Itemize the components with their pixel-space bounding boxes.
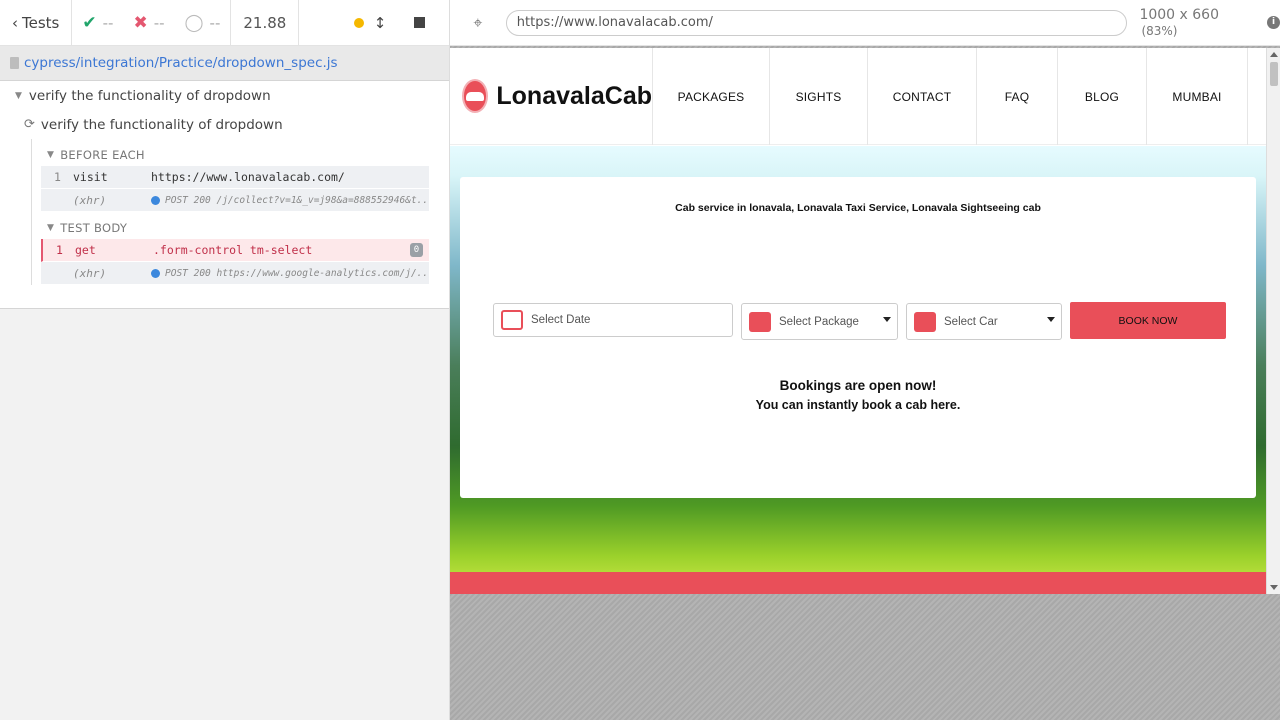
info-icon[interactable]: i <box>1267 16 1280 29</box>
passed-count: ✔ -- <box>82 12 114 33</box>
caret-down-icon: ▼ <box>47 222 55 233</box>
circle-notch-icon: ◯ <box>184 12 204 33</box>
xhr-status-icon <box>151 195 160 205</box>
test-row[interactable]: ⟳ verify the functionality of dropdown <box>0 110 449 139</box>
calendar-icon <box>501 310 523 330</box>
command-row[interactable]: 1 visit https://www.lonavalacab.com/ <box>41 166 429 189</box>
run-controls: ↕ <box>299 0 449 46</box>
hooks-container: ▼ BEFORE EACH 1 visit https://www.lonava… <box>31 139 429 285</box>
car-logo-icon <box>462 79 489 113</box>
package-select[interactable]: Select Package <box>741 303 898 340</box>
runnables-list: ▼ verify the functionality of dropdown ⟳… <box>0 81 449 309</box>
nav-item-contact[interactable]: CONTACT <box>867 48 976 145</box>
iframe-scrollbar[interactable] <box>1266 48 1280 594</box>
app-under-test-panel: ⌖ https://www.lonavalacab.com/ 1000 x 66… <box>450 0 1280 720</box>
check-icon: ✔ <box>82 12 97 33</box>
suitcase-icon <box>749 311 771 332</box>
nav-item-blog[interactable]: BLOG <box>1057 48 1146 145</box>
bookings-open-sub: You can instantly book a cab here. <box>755 398 961 412</box>
hook-title-test-body[interactable]: ▼ TEST BODY <box>41 216 429 239</box>
failed-count: ✖ -- <box>133 12 165 33</box>
nav-item-faq[interactable]: FAQ <box>976 48 1057 145</box>
suite-title: verify the functionality of dropdown <box>28 87 271 104</box>
stop-icon[interactable] <box>414 17 425 28</box>
command-row-xhr[interactable]: (xhr) POST 200 https://www.google-analyt… <box>41 262 429 285</box>
cypress-reporter: ‹ Tests ✔ -- ✖ -- ◯ -- 21.88 ↕ cypress/i… <box>0 0 450 720</box>
caret-down-icon: ▼ <box>47 149 55 160</box>
aut-iframe: LonavalaCab PACKAGES SIGHTS CONTACT FAQ … <box>450 48 1280 594</box>
nav-item-sights[interactable]: SIGHTS <box>769 48 867 145</box>
xhr-status-icon <box>151 268 160 278</box>
site-header: LonavalaCab PACKAGES SIGHTS CONTACT FAQ … <box>450 48 1280 145</box>
spec-path-link[interactable]: cypress/integration/Practice/dropdown_sp… <box>24 55 338 71</box>
hook-title-before-each[interactable]: ▼ BEFORE EACH <box>41 143 429 166</box>
taxi-icon <box>914 311 936 332</box>
dropdown-arrow-icon <box>883 317 891 322</box>
tagline: Cab service in lonavala, Lonavala Taxi S… <box>675 202 1041 214</box>
scroll-thumb[interactable] <box>1270 62 1278 86</box>
url-field[interactable]: https://www.lonavalacab.com/ <box>505 9 1128 36</box>
dropdown-arrow-icon <box>1047 317 1055 322</box>
book-now-button[interactable]: BOOK NOW <box>1070 302 1226 339</box>
scroll-down-icon[interactable] <box>1270 585 1278 590</box>
site-logo[interactable]: LonavalaCab <box>450 48 652 144</box>
refresh-icon: ⟳ <box>24 117 35 132</box>
scroll-toggle-icon[interactable]: ↕ <box>370 14 390 32</box>
element-count-badge: 0 <box>410 243 423 257</box>
cross-icon: ✖ <box>133 12 148 33</box>
command-row-xhr[interactable]: (xhr) POST 200 /j/collect?v=1&_v=j98&a=8… <box>41 189 429 212</box>
bookings-open-heading: Bookings are open now! <box>779 378 937 393</box>
caret-down-icon: ▼ <box>15 90 22 101</box>
booking-card: Cab service in lonavala, Lonavala Taxi S… <box>460 177 1256 498</box>
viewport-size: 1000 x 660 (83%) <box>1139 6 1219 38</box>
tests-back-button[interactable]: ‹ Tests <box>0 0 73 46</box>
suite-row[interactable]: ▼ verify the functionality of dropdown <box>0 81 449 110</box>
site-nav: PACKAGES SIGHTS CONTACT FAQ BLOG MUMBAI <box>652 48 1248 145</box>
car-select[interactable]: Select Car <box>906 303 1062 340</box>
date-field[interactable]: Select Date <box>493 303 733 337</box>
running-indicator-icon <box>354 17 364 28</box>
command-row-failed[interactable]: 1 get .form-control tm-select 0 <box>41 239 429 262</box>
spec-file-bar: cypress/integration/Practice/dropdown_sp… <box>0 46 449 81</box>
scroll-up-icon[interactable] <box>1270 52 1278 57</box>
duration: 21.88 <box>230 0 300 46</box>
stats-bar: ‹ Tests ✔ -- ✖ -- ◯ -- 21.88 ↕ <box>0 0 449 46</box>
nav-item-mumbai[interactable]: MUMBAI <box>1146 48 1248 145</box>
selector-playground-icon[interactable]: ⌖ <box>450 13 506 33</box>
nav-item-packages[interactable]: PACKAGES <box>652 48 769 145</box>
file-icon <box>10 57 19 69</box>
aut-header: ⌖ https://www.lonavalacab.com/ 1000 x 66… <box>450 0 1280 46</box>
test-title: verify the functionality of dropdown <box>40 116 283 133</box>
pending-count: ◯ -- <box>184 12 221 33</box>
chevron-left-icon: ‹ <box>12 13 18 32</box>
footer-strip <box>450 572 1266 594</box>
